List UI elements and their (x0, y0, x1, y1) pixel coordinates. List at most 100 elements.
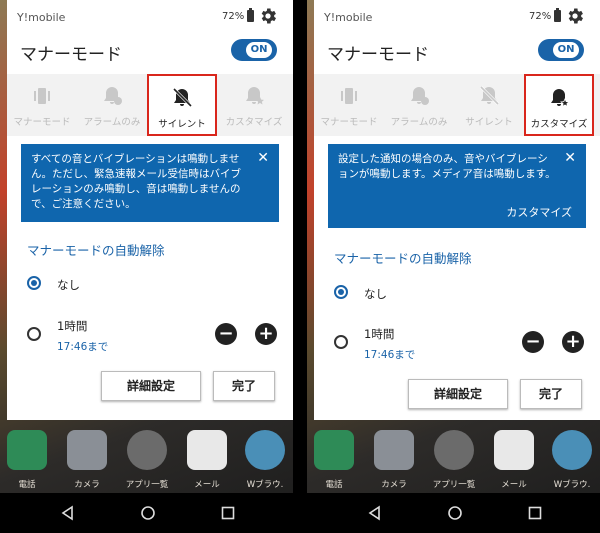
navigation-bar (0, 493, 293, 533)
page-title: マナーモード (20, 45, 122, 65)
app-label: Wブラウ. (553, 480, 591, 490)
recents-icon[interactable] (527, 505, 543, 521)
home-dock: 電話 カメラ アプリ一覧 メール Wブラウ. (0, 430, 293, 492)
vibrate-icon (34, 88, 50, 104)
option-hour-label: 1時間 (57, 319, 88, 333)
manner-mode-toggle[interactable]: ON (231, 39, 277, 61)
status-bar: Y!mobile 72% (7, 0, 293, 34)
app-list[interactable]: アプリ一覧 (429, 430, 479, 490)
detail-settings-button[interactable]: 詳細設定 (101, 371, 201, 401)
app-phone[interactable]: 電話 (2, 430, 52, 490)
option-none-label: なし (57, 278, 80, 292)
minus-button[interactable]: − (215, 323, 237, 345)
mode-label: アラームのみ (390, 117, 448, 128)
mode-manner[interactable]: マナーモード (7, 74, 77, 136)
back-icon[interactable] (367, 505, 383, 521)
app-label: 電話 (325, 480, 343, 490)
mode-label: カスタマイズ (225, 117, 283, 128)
manner-mode-panel: Y!mobile 72% マナーモード ON マナーモード アラームのみ サイレ… (314, 0, 600, 420)
app-label: カメラ (74, 480, 100, 490)
yahoo-mail-icon (187, 430, 227, 470)
app-phone[interactable]: 電話 (309, 430, 359, 490)
yahoo-mail-icon (494, 430, 534, 470)
done-button[interactable]: 完了 (520, 379, 582, 409)
plus-button[interactable]: + (255, 323, 277, 345)
bell-star-icon (246, 87, 264, 105)
alarm-bell-icon (411, 87, 429, 105)
navigation-bar (307, 493, 600, 533)
phone-screen-left: Y!mobile 72% マナーモード ON マナーモード アラームのみ サイレ… (0, 0, 293, 533)
battery-percent: 72% (529, 11, 552, 22)
mode-silent[interactable]: サイレント (454, 74, 524, 136)
radio-none[interactable] (27, 276, 41, 290)
mode-customize[interactable]: カスタマイズ (219, 74, 289, 136)
screenshot-stage: Y!mobile 72% マナーモード ON マナーモード アラームのみ サイレ… (0, 0, 600, 533)
mode-label: マナーモード (320, 117, 378, 128)
globe-icon (552, 430, 592, 470)
app-label: メール (194, 480, 220, 490)
close-icon[interactable]: ✕ (564, 150, 576, 166)
mode-customize[interactable]: カスタマイズ (524, 74, 594, 136)
app-grid-icon (434, 430, 474, 470)
mode-label: サイレント (465, 117, 513, 128)
battery-icon (554, 8, 561, 22)
status-bar: Y!mobile 72% (314, 0, 600, 34)
option-none-label: なし (364, 287, 387, 301)
recents-icon[interactable] (220, 505, 236, 521)
bell-star-icon (551, 89, 570, 108)
app-label: メール (501, 480, 527, 490)
vibrate-icon (341, 88, 357, 104)
customize-link[interactable]: カスタマイズ (506, 204, 572, 220)
manner-mode-panel: Y!mobile 72% マナーモード ON マナーモード アラームのみ サイレ… (7, 0, 293, 420)
minus-button[interactable]: − (522, 331, 544, 353)
app-camera[interactable]: カメラ (369, 430, 419, 490)
mode-selector: マナーモード アラームのみ サイレント カスタマイズ (7, 74, 293, 136)
app-mail[interactable]: メール (489, 430, 539, 490)
bell-off-icon (172, 87, 193, 108)
battery-icon (247, 8, 254, 22)
gear-icon[interactable] (258, 6, 278, 26)
mode-selector: マナーモード アラームのみ サイレント カスタマイズ (314, 74, 600, 136)
mode-label: アラームのみ (83, 117, 141, 128)
bell-off-icon (479, 85, 500, 106)
info-banner: 設定した通知の場合のみ、音やバイブレーションが鳴動します。メディア音は鳴動します… (328, 144, 586, 228)
app-mail[interactable]: メール (182, 430, 232, 490)
app-browser[interactable]: Wブラウ. (547, 430, 597, 490)
home-icon[interactable] (140, 505, 156, 521)
manner-mode-toggle[interactable]: ON (538, 39, 584, 61)
app-camera[interactable]: カメラ (62, 430, 112, 490)
back-icon[interactable] (60, 505, 76, 521)
mode-label: サイレント (158, 119, 206, 130)
home-dock: 電話 カメラ アプリ一覧 メール Wブラウ. (307, 430, 600, 492)
info-message: 設定した通知の場合のみ、音やバイブレーションが鳴動します。メディア音は鳴動します… (338, 153, 556, 180)
option-hour-until: 17:46まで (364, 349, 416, 361)
phone-icon (7, 430, 47, 470)
globe-icon (245, 430, 285, 470)
info-banner: すべての音とバイブレーションは鳴動しません。ただし、緊急速報メール受信時はバイブ… (21, 144, 279, 222)
mode-alarm-only[interactable]: アラームのみ (384, 74, 454, 136)
section-title: マナーモードの自動解除 (27, 243, 165, 258)
app-grid-icon (127, 430, 167, 470)
done-button[interactable]: 完了 (213, 371, 275, 401)
app-browser[interactable]: Wブラウ. (240, 430, 290, 490)
detail-settings-button[interactable]: 詳細設定 (408, 379, 508, 409)
mode-manner[interactable]: マナーモード (314, 74, 384, 136)
app-list[interactable]: アプリ一覧 (122, 430, 172, 490)
radio-one-hour[interactable] (334, 335, 348, 349)
radio-none[interactable] (334, 285, 348, 299)
section-title: マナーモードの自動解除 (334, 251, 472, 266)
option-hour-label: 1時間 (364, 327, 395, 341)
title-bar: マナーモード ON (7, 34, 293, 74)
info-message: すべての音とバイブレーションは鳴動しません。ただし、緊急速報メール受信時はバイブ… (31, 153, 241, 210)
plus-button[interactable]: + (562, 331, 584, 353)
mode-silent[interactable]: サイレント (147, 74, 217, 136)
gear-icon[interactable] (565, 6, 585, 26)
close-icon[interactable]: ✕ (257, 150, 269, 166)
home-icon[interactable] (447, 505, 463, 521)
mode-alarm-only[interactable]: アラームのみ (77, 74, 147, 136)
radio-one-hour[interactable] (27, 327, 41, 341)
app-label: アプリ一覧 (125, 480, 169, 490)
phone-icon (314, 430, 354, 470)
app-label: カメラ (381, 480, 407, 490)
toggle-label: ON (246, 42, 272, 58)
